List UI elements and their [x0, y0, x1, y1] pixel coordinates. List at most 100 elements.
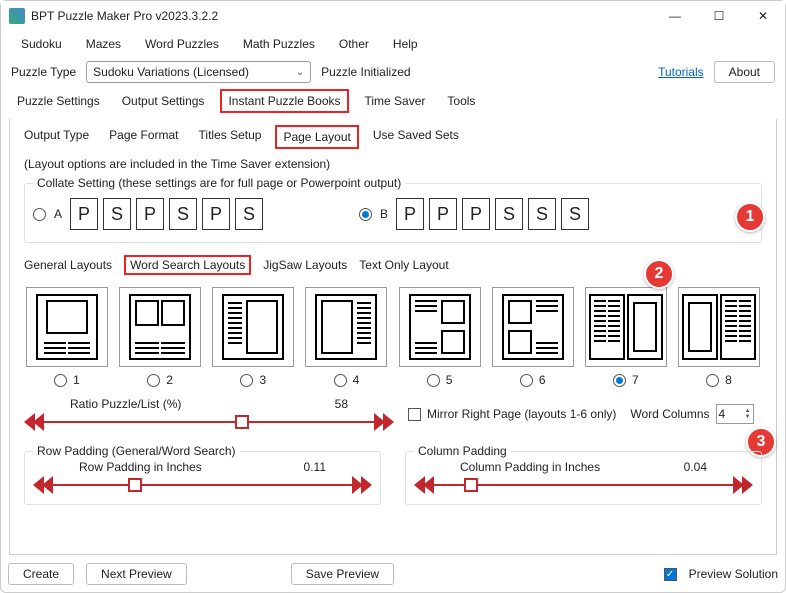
collate-box: P — [70, 198, 98, 230]
layout-7-label: 7 — [632, 373, 639, 387]
menu-word-puzzles[interactable]: Word Puzzles — [135, 35, 229, 53]
tab-page-layout[interactable]: Page Layout — [275, 125, 358, 149]
collate-b-boxes: P P P S S S — [396, 198, 589, 230]
collate-box: S — [561, 198, 589, 230]
tab-titles-setup[interactable]: Titles Setup — [193, 125, 268, 149]
layout-6-radio[interactable] — [520, 374, 533, 387]
layout-5-label: 5 — [446, 373, 453, 387]
menu-mazes[interactable]: Mazes — [76, 35, 131, 53]
ratio-handle[interactable] — [235, 415, 249, 429]
preview-solution-checkbox[interactable]: ✓ — [664, 568, 677, 581]
annotation-badge-2: 2 — [644, 259, 674, 289]
puzzle-type-value: Sudoku Variations (Licensed) — [93, 65, 249, 79]
mirror-checkbox[interactable] — [408, 408, 421, 421]
column-padding-value: 0.04 — [684, 460, 707, 474]
collate-b-radio[interactable] — [359, 208, 372, 221]
column-padding-legend: Column Padding — [414, 444, 511, 458]
column-padding-handle[interactable] — [464, 478, 478, 492]
tab-jigsaw-layouts[interactable]: JigSaw Layouts — [263, 258, 347, 272]
puzzle-type-label: Puzzle Type — [11, 65, 76, 79]
collate-box: S — [103, 198, 131, 230]
collate-group: Collate Setting (these settings are for … — [24, 183, 762, 243]
layout-7-radio[interactable] — [613, 374, 626, 387]
layout-5-radio[interactable] — [427, 374, 440, 387]
collate-a-radio[interactable] — [33, 208, 46, 221]
collate-box: S — [169, 198, 197, 230]
row-padding-group: Row Padding (General/Word Search) Row Pa… — [24, 451, 381, 505]
minimize-button[interactable]: — — [653, 1, 697, 31]
layout-4-label: 4 — [353, 373, 360, 387]
menubar: Sudoku Mazes Word Puzzles Math Puzzles O… — [1, 31, 785, 57]
collate-box: P — [429, 198, 457, 230]
save-preview-button[interactable]: Save Preview — [291, 563, 394, 585]
ratio-label: Ratio Puzzle/List (%) — [70, 397, 181, 411]
tab-text-only-layout[interactable]: Text Only Layout — [359, 258, 448, 272]
tab-output-type[interactable]: Output Type — [18, 125, 95, 149]
layout-thumb-5[interactable] — [399, 287, 481, 367]
window-title: BPT Puzzle Maker Pro v2023.3.2.2 — [31, 9, 653, 23]
menu-help[interactable]: Help — [383, 35, 428, 53]
maximize-button[interactable]: ☐ — [697, 1, 741, 31]
about-button[interactable]: About — [714, 61, 775, 83]
collate-box: P — [462, 198, 490, 230]
menu-math-puzzles[interactable]: Math Puzzles — [233, 35, 325, 53]
collate-b-label: B — [380, 207, 388, 221]
collate-box: S — [235, 198, 263, 230]
tab-word-search-layouts[interactable]: Word Search Layouts — [124, 255, 251, 275]
column-padding-label: Column Padding in Inches — [460, 460, 600, 474]
padding-row: Row Padding (General/Word Search) Row Pa… — [10, 445, 776, 511]
puzzle-type-row: Puzzle Type Sudoku Variations (Licensed)… — [1, 57, 785, 87]
tab-output-settings[interactable]: Output Settings — [116, 91, 211, 111]
tab-puzzle-settings[interactable]: Puzzle Settings — [11, 91, 106, 111]
collate-a-label: A — [54, 207, 62, 221]
tab-use-saved-sets[interactable]: Use Saved Sets — [367, 125, 465, 149]
layout-thumb-2[interactable] — [119, 287, 201, 367]
row-padding-handle[interactable] — [128, 478, 142, 492]
layout-thumb-1[interactable] — [26, 287, 108, 367]
tab-instant-puzzle-books[interactable]: Instant Puzzle Books — [220, 89, 348, 113]
row-padding-legend: Row Padding (General/Word Search) — [33, 444, 240, 458]
ratio-value: 58 — [335, 397, 348, 411]
collate-box: S — [495, 198, 523, 230]
row-padding-slider[interactable] — [33, 476, 372, 494]
row-padding-value: 0.11 — [304, 460, 326, 474]
tab-tools[interactable]: Tools — [441, 91, 481, 111]
puzzle-initialized-label: Puzzle Initialized — [321, 65, 410, 79]
chevron-down-icon: ⌄ — [296, 67, 304, 78]
inner-tabs: Output Type Page Format Titles Setup Pag… — [10, 123, 776, 151]
ratio-slider[interactable] — [24, 413, 394, 431]
layout-thumb-6[interactable] — [492, 287, 574, 367]
word-columns-stepper[interactable]: 4 ▲▼ — [716, 404, 754, 424]
collate-box: P — [396, 198, 424, 230]
layout-6-label: 6 — [539, 373, 546, 387]
layout-2-radio[interactable] — [147, 374, 160, 387]
collate-a-boxes: P S P S P S — [70, 198, 263, 230]
layout-3-radio[interactable] — [240, 374, 253, 387]
next-preview-button[interactable]: Next Preview — [86, 563, 187, 585]
layout-4-radio[interactable] — [334, 374, 347, 387]
layout-thumbnails: 2 1 2 3 4 5 — [10, 281, 776, 393]
mirror-label: Mirror Right Page (layouts 1-6 only) — [427, 407, 616, 421]
stepper-arrows-icon: ▲▼ — [745, 408, 751, 420]
collate-box: P — [136, 198, 164, 230]
create-button[interactable]: Create — [8, 563, 74, 585]
layout-2-label: 2 — [166, 373, 173, 387]
puzzle-type-select[interactable]: Sudoku Variations (Licensed) ⌄ — [86, 61, 311, 83]
menu-sudoku[interactable]: Sudoku — [11, 35, 72, 53]
layout-note: (Layout options are included in the Time… — [10, 151, 776, 177]
layout-thumb-7[interactable] — [585, 287, 667, 367]
layout-thumb-4[interactable] — [305, 287, 387, 367]
column-padding-slider[interactable] — [414, 476, 753, 494]
tab-page-format[interactable]: Page Format — [103, 125, 184, 149]
layout-thumb-8[interactable] — [678, 287, 760, 367]
tab-time-saver[interactable]: Time Saver — [359, 91, 432, 111]
tutorials-link[interactable]: Tutorials — [658, 65, 704, 79]
ratio-row: Ratio Puzzle/List (%) 58 Mirror Right Pa… — [10, 397, 776, 431]
word-columns-label: Word Columns — [630, 407, 709, 421]
layout-1-radio[interactable] — [54, 374, 67, 387]
menu-other[interactable]: Other — [329, 35, 379, 53]
tab-general-layouts[interactable]: General Layouts — [24, 258, 112, 272]
layout-thumb-3[interactable] — [212, 287, 294, 367]
close-button[interactable]: ✕ — [741, 1, 785, 31]
layout-8-radio[interactable] — [706, 374, 719, 387]
